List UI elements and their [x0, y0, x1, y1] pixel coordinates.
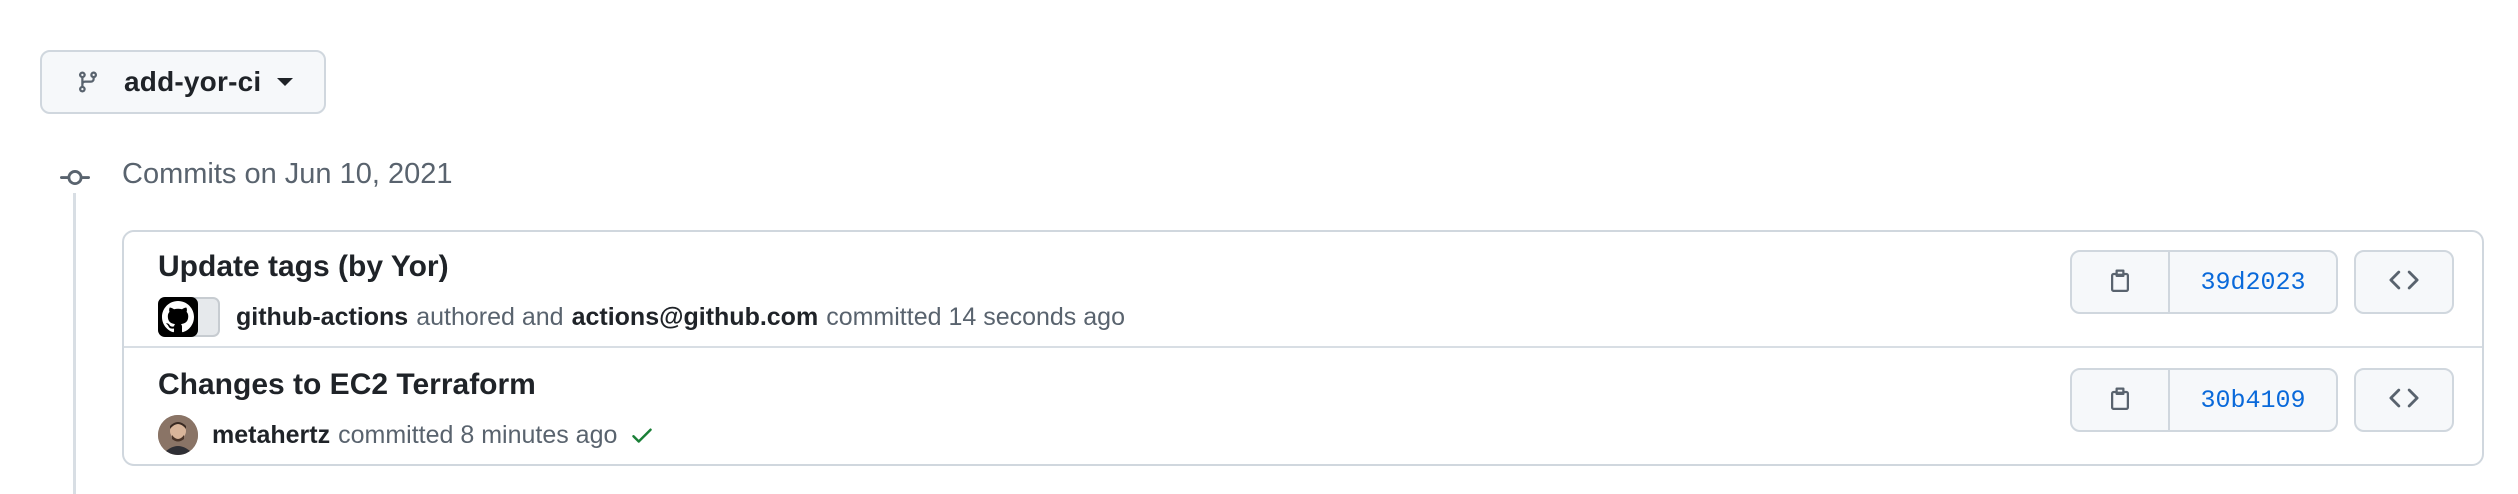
commit-row: Changes to EC2 Terraform metahertz commi…: [124, 350, 2482, 464]
branch-name: add-yor-ci: [124, 66, 262, 97]
committed-time: committed 14 seconds ago: [826, 302, 1125, 331]
commit-title-link[interactable]: Update tags (by Yor): [158, 250, 449, 284]
git-branch-icon: [76, 68, 104, 96]
copy-sha-button[interactable]: [2072, 370, 2170, 430]
github-mark-avatar[interactable]: [158, 297, 198, 337]
sha-button-group: 39d2023: [2070, 250, 2338, 314]
git-commit-icon: [56, 163, 94, 193]
caret-down-icon: [277, 78, 294, 86]
commit-group-title: Commits on Jun 10, 2021: [122, 158, 453, 190]
commit-sha-link[interactable]: 30b4109: [2170, 370, 2336, 430]
commit-meta: metahertz committed 8 minutes ago: [158, 414, 655, 456]
code-icon: [2389, 265, 2419, 300]
code-icon: [2389, 383, 2419, 418]
committer-link[interactable]: actions@github.com: [572, 303, 819, 332]
author-link[interactable]: metahertz: [212, 421, 330, 450]
clipboard-icon: [2108, 385, 2132, 416]
commit-row: Update tags (by Yor) github-actions auth…: [124, 232, 2482, 348]
commit-meta: github-actions authored and actions@gith…: [158, 296, 1125, 338]
timeline-line: [73, 190, 76, 494]
committed-time: committed 8 minutes ago: [338, 420, 618, 449]
copy-sha-button[interactable]: [2072, 252, 2170, 312]
user-avatar[interactable]: [158, 415, 198, 455]
branch-selector-button[interactable]: add-yor-ci: [40, 50, 326, 114]
sha-button-group: 30b4109: [2070, 368, 2338, 432]
author-link[interactable]: github-actions: [236, 303, 408, 332]
commit-title-link[interactable]: Changes to EC2 Terraform: [158, 368, 536, 402]
commit-list: Update tags (by Yor) github-actions auth…: [122, 230, 2484, 466]
browse-repo-button[interactable]: [2354, 368, 2454, 432]
browse-repo-button[interactable]: [2354, 250, 2454, 314]
avatar-stack[interactable]: [158, 297, 220, 337]
commit-sha-link[interactable]: 39d2023: [2170, 252, 2336, 312]
check-icon[interactable]: [629, 422, 655, 448]
authored-text: authored and: [416, 302, 564, 331]
clipboard-icon: [2108, 267, 2132, 298]
